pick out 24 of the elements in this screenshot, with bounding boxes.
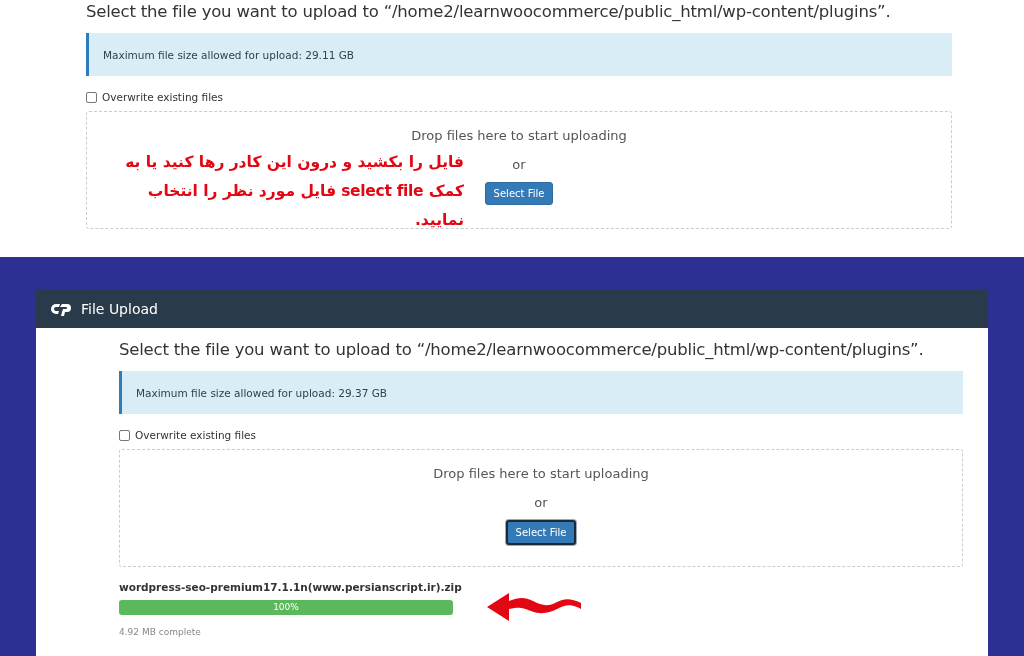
checkbox[interactable]: [86, 91, 97, 103]
upload-status: 4.92 MB complete: [119, 627, 202, 637]
annotation-text: فایل را بکشید و درون این کادر رها کنید یا به کمک select file فایل مورد نظر را انتخاب نمایید.: [124, 152, 464, 231]
or-label: or: [512, 157, 526, 172]
drop-zone[interactable]: Drop files here to start uploading or Select File: [119, 449, 963, 567]
file-name: wordpress-seo-premium17.1.1n(www.persianscript.ir).zip: [119, 581, 463, 593]
drop-prompt: Drop files here to start uploading: [433, 466, 649, 481]
select-file-button[interactable]: Select File: [505, 520, 577, 545]
cpanel-logo-icon: [51, 302, 73, 316]
or-label: or: [534, 495, 548, 510]
overwrite-checkbox[interactable]: Overwrite existing files: [119, 429, 963, 441]
select-file-button[interactable]: Select File: [484, 182, 554, 205]
checkbox-label: Overwrite existing files: [135, 429, 257, 441]
checkbox-label: Overwrite existing files: [102, 91, 224, 103]
upload-heading: Select the file you want to upload to “/home2/learnwoocommerce/public_html/wp-content/plugins”.: [86, 2, 892, 21]
info-alert: Maximum file size allowed for upload: 29.11 GB: [86, 33, 952, 76]
progress-percent: 100%: [273, 602, 299, 612]
panel-title: File Upload: [81, 301, 158, 317]
info-alert: Maximum file size allowed for upload: 29.37 GB: [119, 371, 963, 414]
drop-prompt: Drop files here to start uploading: [411, 128, 627, 143]
checkbox[interactable]: [119, 429, 130, 441]
upload-heading: Select the file you want to upload to “/home2/learnwoocommerce/public_html/wp-content/plugins”.: [119, 340, 925, 359]
wavy-arrow-icon: [487, 593, 581, 621]
overwrite-checkbox[interactable]: Overwrite existing files: [86, 91, 952, 103]
